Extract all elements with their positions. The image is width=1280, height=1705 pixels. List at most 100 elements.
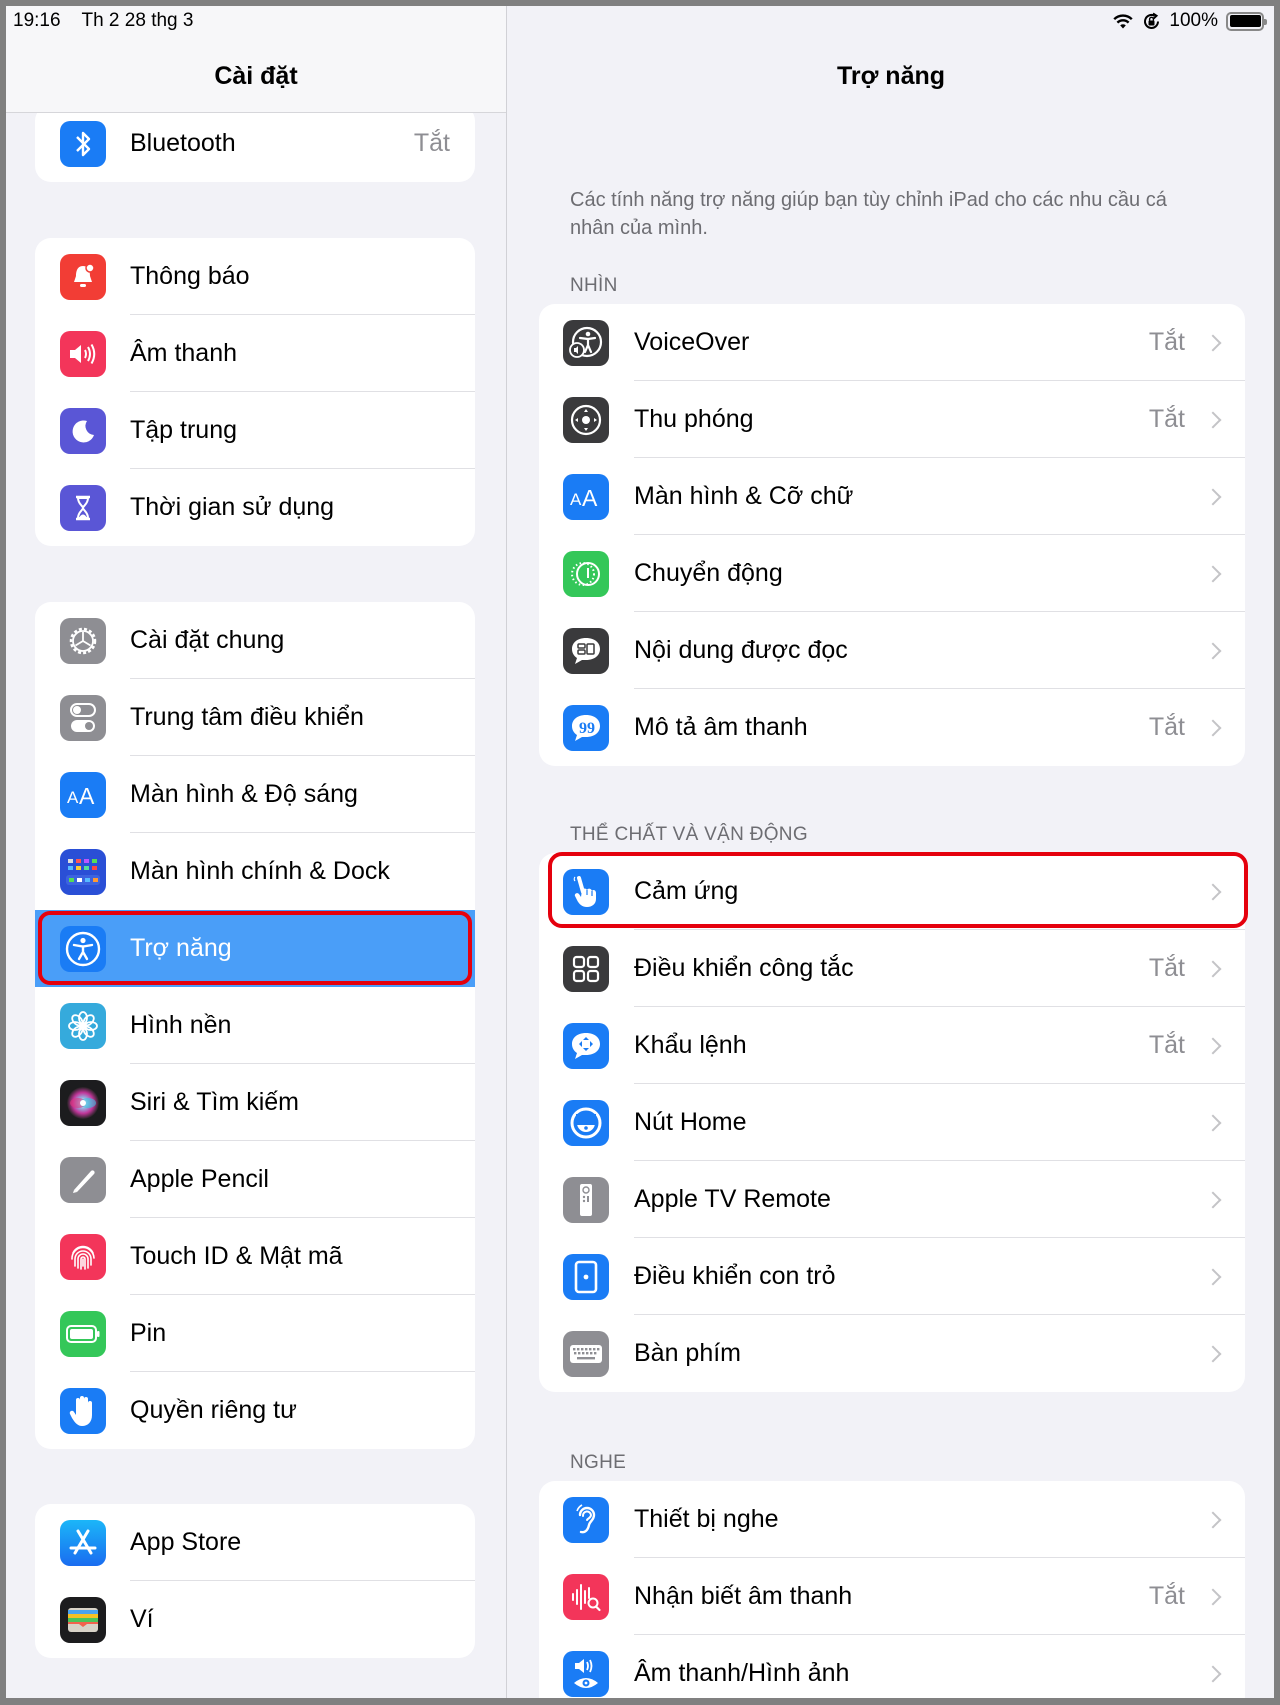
settings-group: VoiceOver Tắt Thu phóng Tắt A A Màn hình & Cỡ … [539, 304, 1245, 766]
bell-icon [60, 253, 106, 300]
status-time: 19:16 [13, 10, 61, 31]
sidebar-item-pencil[interactable]: Apple Pencil [35, 1141, 475, 1218]
setting-item-value: Tắt [1148, 1582, 1185, 1610]
moon-icon [60, 407, 106, 454]
sound-recognition-icon [563, 1573, 609, 1620]
wifi-icon [1112, 13, 1134, 30]
chevron-right-icon [1204, 1037, 1222, 1054]
setting-item-label: Khẩu lệnh [634, 1031, 747, 1059]
sidebar-item-hand[interactable]: Quyền riêng tư [35, 1372, 475, 1449]
sidebar-item-accessibility[interactable]: Trợ năng [35, 910, 475, 987]
setting-item-label: Apple TV Remote [634, 1185, 831, 1213]
sidebar-item-home-grid[interactable]: Màn hình chính & Dock [35, 833, 475, 910]
sidebar-item-label: Siri & Tìm kiếm [130, 1088, 299, 1116]
sidebar-item-moon[interactable]: Tập trung [35, 392, 475, 469]
chevron-right-icon [1204, 1114, 1222, 1131]
sidebar-item-text-size[interactable]: A A Màn hình & Độ sáng [35, 756, 475, 833]
sidebar-item-hourglass[interactable]: Thời gian sử dụng [35, 469, 475, 546]
setting-item-text-size[interactable]: A A Màn hình & Cỡ chữ [539, 458, 1245, 535]
sidebar-item-label: Màn hình chính & Dock [130, 857, 390, 885]
chevron-right-icon [1204, 1665, 1222, 1682]
orientation-lock-icon [1142, 12, 1161, 31]
motion-icon [563, 550, 609, 597]
voice-control-icon [563, 1022, 609, 1069]
svg-text:A: A [570, 490, 582, 509]
sidebar-item-label: App Store [130, 1528, 242, 1556]
sidebar-item-gear[interactable]: Cài đặt chung [35, 602, 475, 679]
app-store-icon [60, 1519, 106, 1566]
sidebar-item-bell[interactable]: Thông báo [35, 238, 475, 315]
setting-item-label: Mô tả âm thanh [634, 713, 808, 741]
setting-item-label: Nút Home [634, 1108, 747, 1136]
ipad-screen: 19:16 Th 2 28 thg 3 Cài đặt Bluetooth Tắt… [6, 6, 1274, 1698]
setting-item-home-button[interactable]: Nút Home [539, 1084, 1245, 1161]
sidebar-item-app-store[interactable]: App Store [35, 1504, 475, 1581]
setting-item-label: Nhận biết âm thanh [634, 1582, 853, 1610]
home-button-icon [563, 1099, 609, 1146]
toggles-icon [60, 694, 106, 741]
settings-group: Cảm ứng Điều khiển công tắc Tắt Khẩu lệnh Tắ… [539, 852, 1248, 1392]
status-bar-left: 19:16 Th 2 28 thg 3 [13, 10, 209, 32]
sidebar-item-bluetooth[interactable]: Bluetooth Tắt [35, 105, 475, 182]
sidebar-item-fingerprint[interactable]: Touch ID & Mật mã [35, 1218, 475, 1295]
sidebar-item-label: Trợ năng [130, 934, 232, 962]
sidebar-item-label: Touch ID & Mật mã [130, 1242, 343, 1270]
setting-item-label: Cảm ứng [634, 877, 739, 905]
sidebar-item-label: Apple Pencil [130, 1165, 269, 1193]
setting-item-motion[interactable]: Chuyển động [539, 535, 1245, 612]
sidebar-item-wallet[interactable]: Ví [35, 1581, 475, 1658]
sidebar-item-toggles[interactable]: Trung tâm điều khiển [35, 679, 475, 756]
setting-item-audio-visual[interactable]: Âm thanh/Hình ảnh [539, 1635, 1245, 1698]
audio-visual-icon [563, 1650, 609, 1697]
setting-item-sound-recognition[interactable]: Nhận biết âm thanh Tắt [539, 1558, 1245, 1635]
battery-percent: 100% [1169, 10, 1218, 31]
sidebar-group: App Store Ví [35, 1504, 475, 1658]
setting-item-voiceover[interactable]: VoiceOver Tắt [539, 304, 1245, 381]
chevron-right-icon [1204, 960, 1222, 977]
setting-item-touch-hand[interactable]: Cảm ứng [539, 852, 1248, 930]
section-header: NHÌN [570, 275, 618, 296]
sidebar-item-label: Bluetooth [130, 129, 236, 157]
svg-text:A: A [67, 788, 79, 807]
section-header: THỂ CHẤT VÀ VẬN ĐỘNG [570, 824, 808, 845]
bluetooth-icon [60, 120, 106, 167]
setting-item-pointer-control[interactable]: Điều khiển con trỏ [539, 1238, 1245, 1315]
spoken-content-icon [563, 627, 609, 674]
sidebar-item-siri[interactable]: Siri & Tìm kiếm [35, 1064, 475, 1141]
setting-item-zoom[interactable]: Thu phóng Tắt [539, 381, 1245, 458]
sidebar-item-flower[interactable]: Hình nền [35, 987, 475, 1064]
setting-item-label: Màn hình & Cỡ chữ [634, 482, 854, 510]
setting-item-value: Tắt [1148, 328, 1185, 356]
svg-text:A: A [582, 485, 598, 510]
gear-icon [60, 617, 106, 664]
accessibility-icon [60, 925, 106, 972]
sidebar-item-label: Cài đặt chung [130, 626, 285, 654]
speaker-icon [60, 330, 106, 377]
audio-description-icon: 99 [563, 704, 609, 751]
chevron-right-icon [1204, 488, 1222, 505]
settings-sidebar: 19:16 Th 2 28 thg 3 Cài đặt Bluetooth Tắt… [6, 6, 507, 1698]
setting-item-label: Chuyển động [634, 559, 783, 587]
sidebar-group: Bluetooth Tắt [35, 105, 475, 182]
page-title: Trợ năng [836, 62, 946, 90]
zoom-icon [563, 396, 609, 443]
sidebar-item-battery[interactable]: Pin [35, 1295, 475, 1372]
setting-item-switch-control[interactable]: Điều khiển công tắc Tắt [539, 930, 1245, 1007]
status-bar-right: 100% [1112, 10, 1267, 32]
sidebar-item-speaker[interactable]: Âm thanh [35, 315, 475, 392]
sidebar-item-label: Pin [130, 1319, 167, 1347]
setting-item-ear[interactable]: Thiết bị nghe [539, 1481, 1245, 1558]
sidebar-item-label: Hình nền [130, 1011, 232, 1039]
setting-item-spoken-content[interactable]: Nội dung được đọc [539, 612, 1245, 689]
setting-item-remote[interactable]: Apple TV Remote [539, 1161, 1245, 1238]
setting-item-value: Tắt [1148, 1031, 1185, 1059]
section-header: NGHE [570, 1452, 627, 1473]
chevron-right-icon [1204, 334, 1222, 351]
setting-item-keyboard[interactable]: Bàn phím [539, 1315, 1245, 1392]
chevron-right-icon [1204, 642, 1222, 659]
setting-item-label: Điều khiển công tắc [634, 954, 854, 982]
pointer-control-icon [563, 1253, 609, 1300]
setting-item-voice-control[interactable]: Khẩu lệnh Tắt [539, 1007, 1245, 1084]
setting-item-value: Tắt [1148, 954, 1185, 982]
setting-item-audio-description[interactable]: 99 Mô tả âm thanh Tắt [539, 689, 1245, 766]
